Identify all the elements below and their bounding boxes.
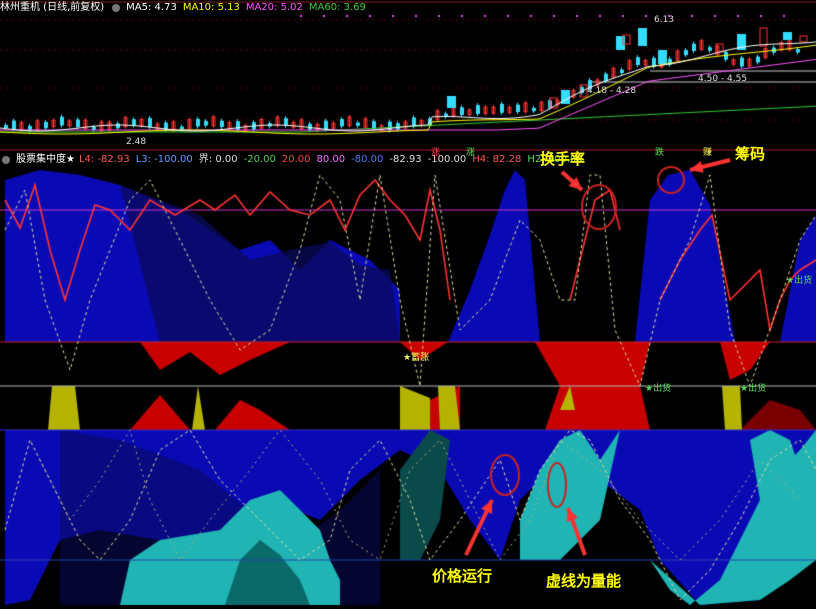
indicator-value-9: H4: 82.28 — [472, 154, 522, 165]
price-range-a: 4.18 - 4.28 — [587, 86, 637, 96]
indicator-value-7: -82.93 — [389, 154, 422, 165]
signal-sell-1: ★出货 — [786, 276, 813, 286]
indicator-header: 股票集中度★ L4: -82.93 L3: -100.00 界: 0.00 -20.0… — [0, 153, 595, 167]
signal-sell-3: ★出货 — [740, 384, 767, 394]
indicator-value-1: L3: -100.00 — [135, 154, 193, 165]
signal-sell-2: ★出货 — [645, 384, 672, 394]
stock-title: 林州重机 (日线,前复权) — [0, 2, 105, 13]
ma10-label: MA10: 5.13 — [182, 2, 240, 13]
signal-star-up: ★蓄涨 — [403, 353, 430, 363]
price-high-label: 6.13 — [654, 15, 675, 25]
top-signal-3: 跌 — [655, 148, 665, 158]
ma20-label: MA20: 5.02 — [245, 2, 303, 13]
ma60-label: MA60: 3.69 — [308, 2, 366, 13]
indicator-values: L4: -82.93 L3: -100.00 界: 0.00 -20.00 20.00 8… — [79, 153, 589, 167]
price-range-b: 4.50 - 4.55 — [698, 74, 748, 84]
indicator-value-2: 界: 0.00 — [198, 154, 238, 165]
indicator-settings-icon[interactable] — [2, 156, 10, 164]
annotation-chips: 筹码 — [735, 145, 766, 163]
settings-icon[interactable] — [112, 4, 121, 12]
ma5-label: MA5: 4.73 — [126, 2, 177, 13]
indicator-value-6: -80.00 — [351, 154, 384, 165]
annotation-turnover: 换手率 — [540, 150, 586, 168]
indicator-value-4: 20.00 — [281, 154, 311, 165]
top-signal-1: 涨 — [431, 148, 441, 158]
indicator-name: 股票集中度★ — [16, 154, 75, 165]
indicator-value-5: 80.00 — [316, 154, 346, 165]
top-signal-2: 涨 — [466, 148, 476, 158]
price-low-label: 2.48 — [126, 137, 147, 147]
top-signal-4: 赚 — [703, 148, 713, 158]
stock-chart-canvas[interactable] — [0, 0, 816, 609]
annotation-price-run: 价格运行 — [432, 567, 493, 585]
indicator-value-3: -20.00 — [243, 154, 276, 165]
indicator-value-0: L4: -82.93 — [78, 154, 130, 165]
main-chart-header: 林州重机 (日线,前复权) MA5: 4.73 MA10: 5.13 MA20:… — [0, 1, 372, 15]
annotation-dashed-volume: 虚线为量能 — [546, 572, 622, 590]
